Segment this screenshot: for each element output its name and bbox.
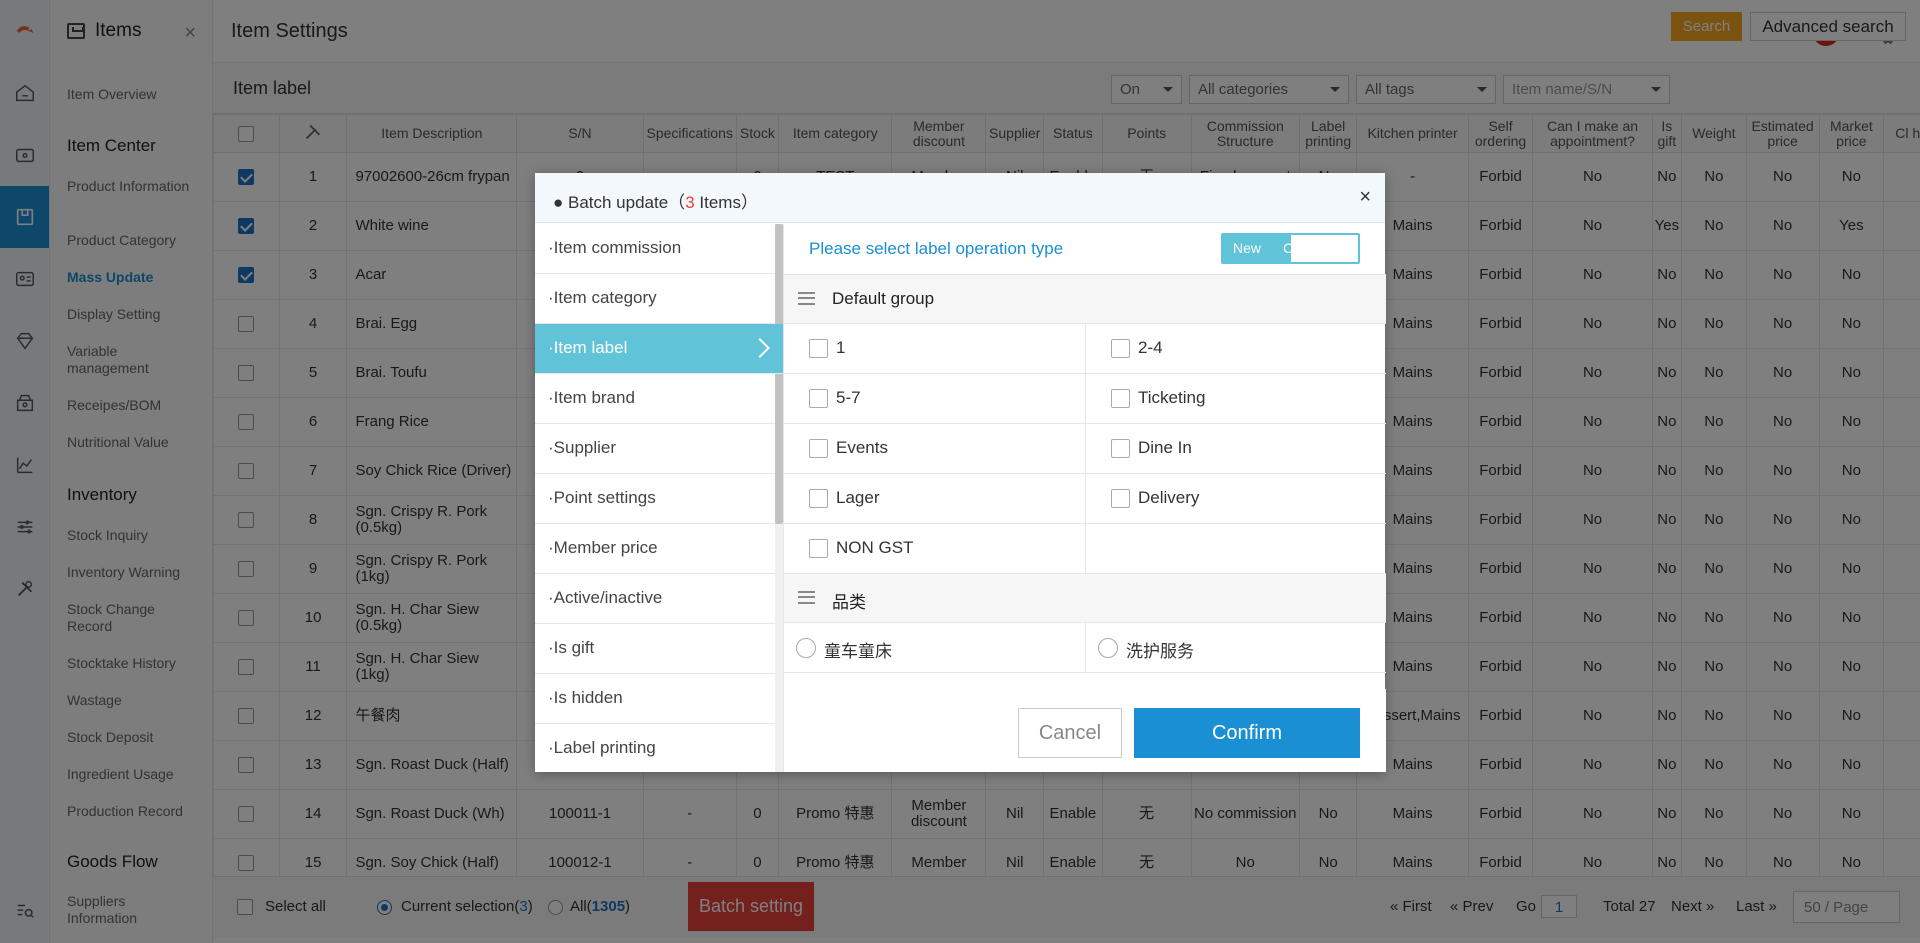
modal-footer: Cancel Confirm: [784, 689, 1386, 772]
toggle-new[interactable]: New: [1223, 235, 1291, 262]
checkbox[interactable]: [1111, 339, 1130, 358]
list-icon: [798, 292, 815, 305]
cancel-button[interactable]: Cancel: [1018, 708, 1122, 758]
modal-nav: ·Item commission ·Item category ·Item la…: [535, 224, 783, 772]
label-option[interactable]: 童车童床: [784, 623, 1085, 673]
nav-item-active-inactive[interactable]: ·Active/inactive: [535, 574, 783, 624]
label-option[interactable]: Ticketing: [1085, 374, 1386, 424]
radio[interactable]: [796, 638, 816, 658]
checkbox[interactable]: [809, 489, 828, 508]
label-option[interactable]: 洗护服务: [1085, 623, 1386, 673]
label-option[interactable]: Lager: [784, 474, 1085, 524]
nav-scrollbar[interactable]: [775, 224, 783, 524]
nav-item-category[interactable]: ·Item category: [535, 274, 783, 324]
label-option[interactable]: Events: [784, 424, 1085, 474]
checkbox[interactable]: [1111, 489, 1130, 508]
label-operation-prompt: Please select label operation type: [809, 239, 1064, 258]
label-option[interactable]: 5-7: [784, 374, 1085, 424]
toggle-other[interactable]: C: [1283, 240, 1293, 256]
nav-item-commission[interactable]: ·Item commission: [535, 224, 783, 274]
operation-type-toggle[interactable]: New C: [1221, 233, 1360, 264]
label-group-header: Default group: [784, 274, 1386, 324]
nav-item-supplier[interactable]: ·Supplier: [535, 424, 783, 474]
label-group-header: 品类: [784, 573, 1386, 623]
list-icon: [798, 591, 815, 604]
label-option[interactable]: NON GST: [784, 524, 1085, 574]
empty-cell: [1085, 524, 1386, 574]
label-option[interactable]: 2-4: [1085, 324, 1386, 374]
label-option[interactable]: Dine In: [1085, 424, 1386, 474]
batch-update-modal: ● Batch update（3 Items） × ·Item commissi…: [535, 173, 1386, 772]
label-option[interactable]: 1: [784, 324, 1085, 374]
nav-item-point-settings[interactable]: ·Point settings: [535, 474, 783, 524]
nav-item-brand[interactable]: ·Item brand: [535, 374, 783, 424]
checkbox[interactable]: [809, 539, 828, 558]
checkbox[interactable]: [1111, 439, 1130, 458]
nav-item-is-hidden[interactable]: ·Is hidden: [535, 674, 783, 724]
checkbox[interactable]: [809, 439, 828, 458]
checkbox[interactable]: [1111, 389, 1130, 408]
nav-item-label[interactable]: ·Item label: [535, 324, 783, 374]
confirm-button[interactable]: Confirm: [1134, 708, 1360, 758]
checkbox[interactable]: [809, 339, 828, 358]
radio[interactable]: [1098, 638, 1118, 658]
close-icon[interactable]: ×: [1359, 186, 1371, 209]
modal-body: Please select label operation type New C…: [783, 224, 1386, 772]
nav-item-is-gift[interactable]: ·Is gift: [535, 624, 783, 674]
label-option[interactable]: Delivery: [1085, 474, 1386, 524]
nav-item-label-printing[interactable]: ·Label printing: [535, 724, 783, 772]
checkbox[interactable]: [809, 389, 828, 408]
nav-item-member-price[interactable]: ·Member price: [535, 524, 783, 574]
modal-title: ● Batch update（3 Items） ×: [535, 173, 1385, 223]
